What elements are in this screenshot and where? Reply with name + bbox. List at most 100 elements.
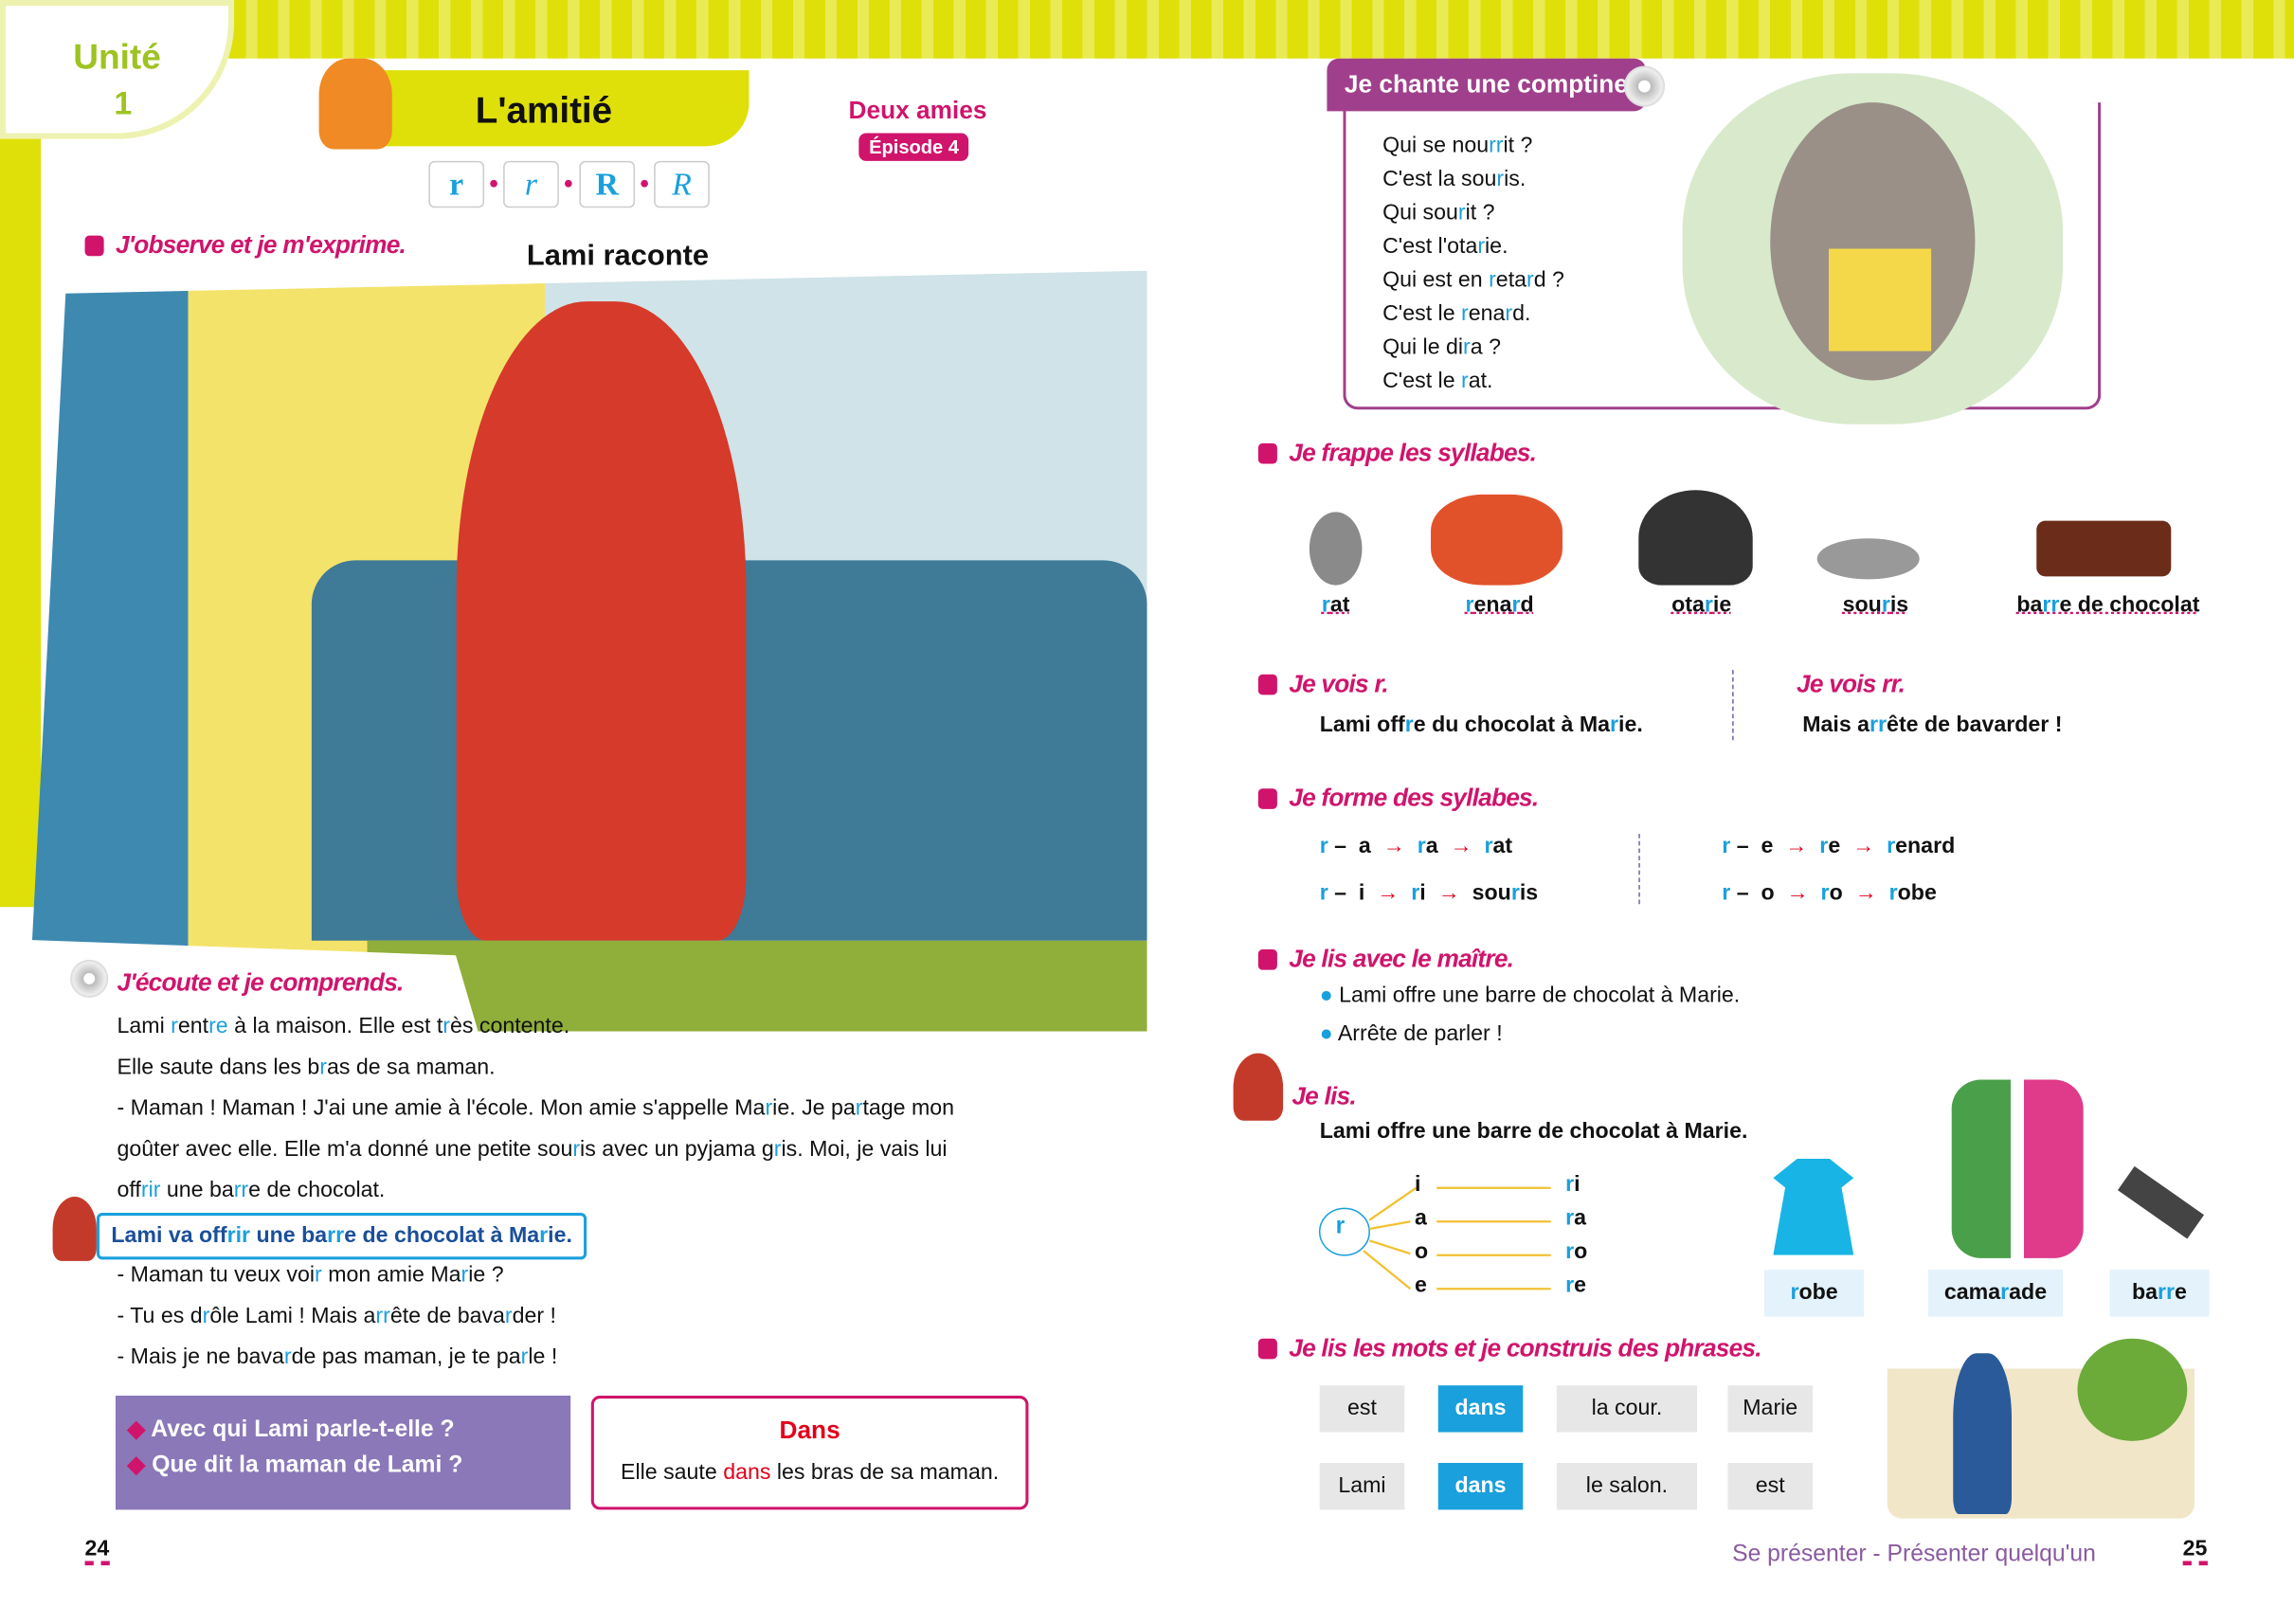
arrow-icon: → [1450,834,1472,859]
arrow-icon: → [1786,880,1809,906]
vois-rr-sentence: Mais arrête de bavarder ! [1802,705,2062,746]
text-segment: ête de bava [389,1303,505,1328]
bullet-icon [1257,788,1277,809]
word-tile[interactable]: est [1727,1463,1814,1510]
arrow-icon: → [1852,834,1875,859]
bullet-icon [1257,674,1277,695]
animal-word: souris [1759,592,1993,617]
bullet-icon [84,235,104,257]
text-segment: C'est le [1382,301,1462,327]
school-girl-illustration [1887,1331,2195,1519]
story-illustration [31,270,1147,1032]
lis-heading: Je lis. [1292,1082,1356,1110]
heading-text: Je frappe les syllabes. [1289,439,1537,467]
text-segment: Qui se nou [1382,133,1490,158]
highlight-sentence: Lami va offrir une barre de chocolat à M… [96,1212,587,1260]
word-tile[interactable]: Marie [1727,1385,1814,1433]
tree-vowel: a [1415,1205,1427,1231]
syllable-formation: r – a → ra → rat [1320,826,1512,867]
highlighted-letters: rr [233,1177,249,1203]
text-segment: – i [1328,880,1378,906]
arrow-icon: → [1382,834,1405,859]
letter-print-lower: r [428,160,485,208]
text-segment: is avec un pyjama g [580,1136,774,1162]
story-text-continued: - Maman tu veux voir mon amie Marie ? - T… [117,1255,558,1379]
letter-cursive-lower: r [503,160,559,208]
mother-and-girl [456,300,746,941]
word-tile[interactable]: Lami [1319,1463,1405,1510]
text-segment: it ? [1503,133,1533,158]
unit-label: Unité [73,38,161,78]
syllable-tree [1318,1186,1551,1290]
text-segment: i [1419,880,1438,906]
text-segment: une ba [250,1222,328,1249]
questions-box: ◆ Avec qui Lami parle-t-elle ? ◆ Que dit… [115,1395,571,1510]
animal-word: barre de chocolat [1991,592,2225,617]
highlighted-letters: r [1457,200,1466,226]
heading-text: Je vois r. [1289,670,1388,698]
text-line: Qui le dira ? [1382,331,1564,365]
word-label: barre [2109,1270,2210,1317]
highlighted-letters: r [1790,1280,1799,1306]
highlighted-letters: rr [2157,1280,2176,1306]
text-segment: tage mon [862,1095,955,1121]
text-segment: is. [1504,167,1526,192]
text-segment: off [117,1177,141,1203]
text-segment: it ? [1465,200,1495,226]
word-tile[interactable]: dans [1437,1463,1524,1510]
heading-text: Je lis les mots et je construis des phra… [1289,1334,1761,1362]
letter-print-upper: R [579,160,636,208]
highlighted-letters: dans [723,1459,771,1486]
cd-icon [70,959,109,999]
text-segment: obe [1897,880,1937,906]
word-tile[interactable]: la cour. [1556,1385,1698,1433]
tree-arrows [1363,1186,1551,1290]
rat-image [1309,512,1363,586]
text-segment: a [1425,834,1451,859]
arrow-icon: → [1854,880,1877,906]
word-tile[interactable]: le salon. [1556,1463,1698,1510]
text-line: Qui est en retard ? [1382,263,1564,298]
unit-number: 1 [114,84,133,122]
child-mascot-icon [1233,1053,1284,1121]
text-line: C'est la souris. [1382,162,1564,196]
children-image [1951,1079,2084,1258]
vois-rr-heading: Je vois rr. [1797,670,1906,698]
dans-sentence: Elle saute dans les bras de sa maman. [594,1460,1025,1485]
text-segment [1809,880,1821,905]
text-segment: at [1329,592,1350,618]
cheese [1829,248,1932,352]
text-segment: eta [1495,267,1527,293]
dans-title: Dans [779,1416,840,1444]
seal-image [1638,490,1753,586]
page-footer: Se présenter - Présenter quelqu'un [1732,1542,2096,1567]
text-segment: r [1417,834,1426,859]
text-segment: e de chocolat [2059,592,2200,618]
word-tile[interactable]: est [1319,1385,1405,1433]
bullet-icon [1257,949,1277,970]
highlighted-letters: r [1461,369,1469,394]
text-segment: ie. Je pa [772,1095,856,1121]
mouse-illustration [1682,73,2064,424]
text-segment: ôle Lami ! Mais a [209,1303,376,1328]
text-segment: cama [1943,1280,2001,1306]
text-segment: der ! [512,1303,556,1328]
text-segment: Qui le di [1382,334,1464,360]
child-mascot-icon [52,1196,97,1261]
cd-icon [1623,65,1666,107]
word-label: camarade [1927,1270,2064,1317]
text-segment: is [1519,880,1539,906]
highlighted-letters: r [1565,1238,1575,1265]
text-segment: r [1319,834,1328,859]
text-segment: e [1828,834,1853,859]
word-tile[interactable]: dans [1437,1385,1524,1433]
bullet-icon [1257,442,1277,464]
text-segment: e [2175,1280,2187,1306]
text-segment: o [1829,880,1855,906]
text-line: offrir une barre de chocolat. [117,1170,955,1211]
text-segment: d ? [1533,267,1564,293]
text-segment: ade [2009,1280,2048,1306]
tree-vowel: i [1415,1171,1421,1197]
text-segment: C'est le [1382,369,1462,394]
highlighted-letters: r [1477,234,1486,260]
